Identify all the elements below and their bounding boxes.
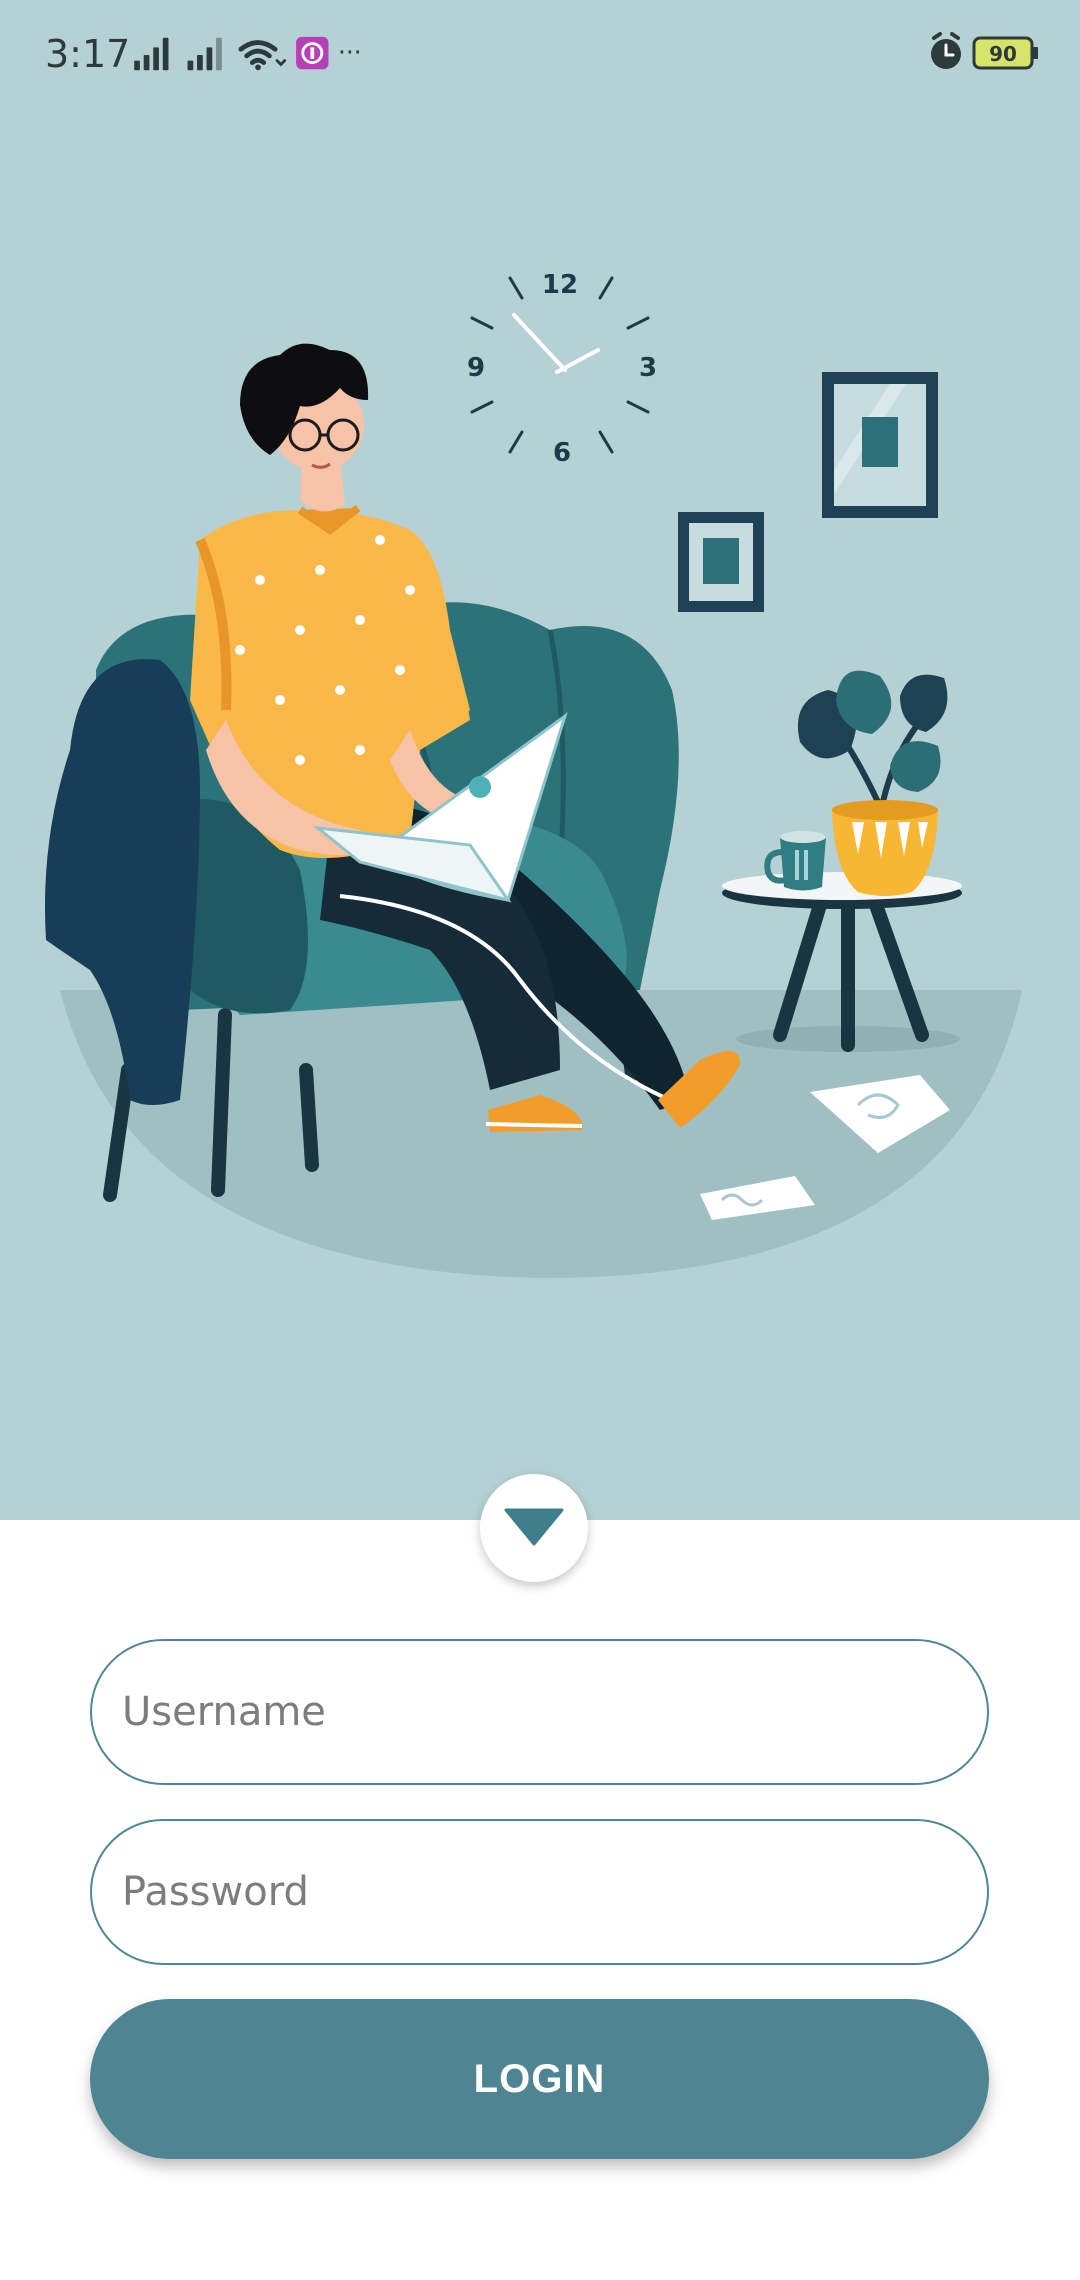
- username-field[interactable]: [90, 1639, 989, 1785]
- status-icons-right: 90: [931, 32, 1038, 70]
- app-notification-icon: [296, 36, 329, 70]
- mug: [764, 831, 826, 891]
- battery-icon: 90: [972, 36, 1038, 70]
- password-field[interactable]: [90, 1819, 989, 1965]
- clock-number-12: 12: [542, 270, 578, 300]
- login-button[interactable]: LOGIN: [90, 1999, 989, 2159]
- expand-toggle-button[interactable]: [480, 1474, 588, 1582]
- wifi-icon: [238, 40, 287, 71]
- jacket: [45, 659, 200, 1105]
- signal-icon: [134, 37, 169, 71]
- wall-clock-icon: [470, 276, 650, 454]
- status-icons-left: ···: [134, 36, 362, 71]
- picture-frame-small: [678, 512, 764, 612]
- status-bar: 3:17 ··· 90: [0, 0, 1080, 110]
- svg-text:···: ···: [338, 38, 362, 67]
- clock-number-6: 6: [553, 438, 571, 468]
- clock-number-9: 9: [467, 353, 485, 383]
- person: [190, 343, 470, 858]
- person-working-on-laptop-illustration: 12 3 6 9: [45, 270, 1022, 1279]
- svg-text:90: 90: [989, 42, 1017, 66]
- password-input[interactable]: [92, 1821, 987, 1963]
- picture-frame-large: [822, 372, 938, 518]
- hero-section: 3:17 ··· 90 12 3 6 9: [0, 0, 1080, 1520]
- status-time: 3:17: [45, 32, 131, 76]
- clock-number-3: 3: [639, 353, 657, 383]
- chevron-down-icon: [504, 1508, 564, 1546]
- username-input[interactable]: [92, 1641, 987, 1783]
- alarm-icon: [931, 32, 961, 69]
- more-icon: ···: [338, 38, 362, 67]
- signal-icon: [187, 37, 222, 71]
